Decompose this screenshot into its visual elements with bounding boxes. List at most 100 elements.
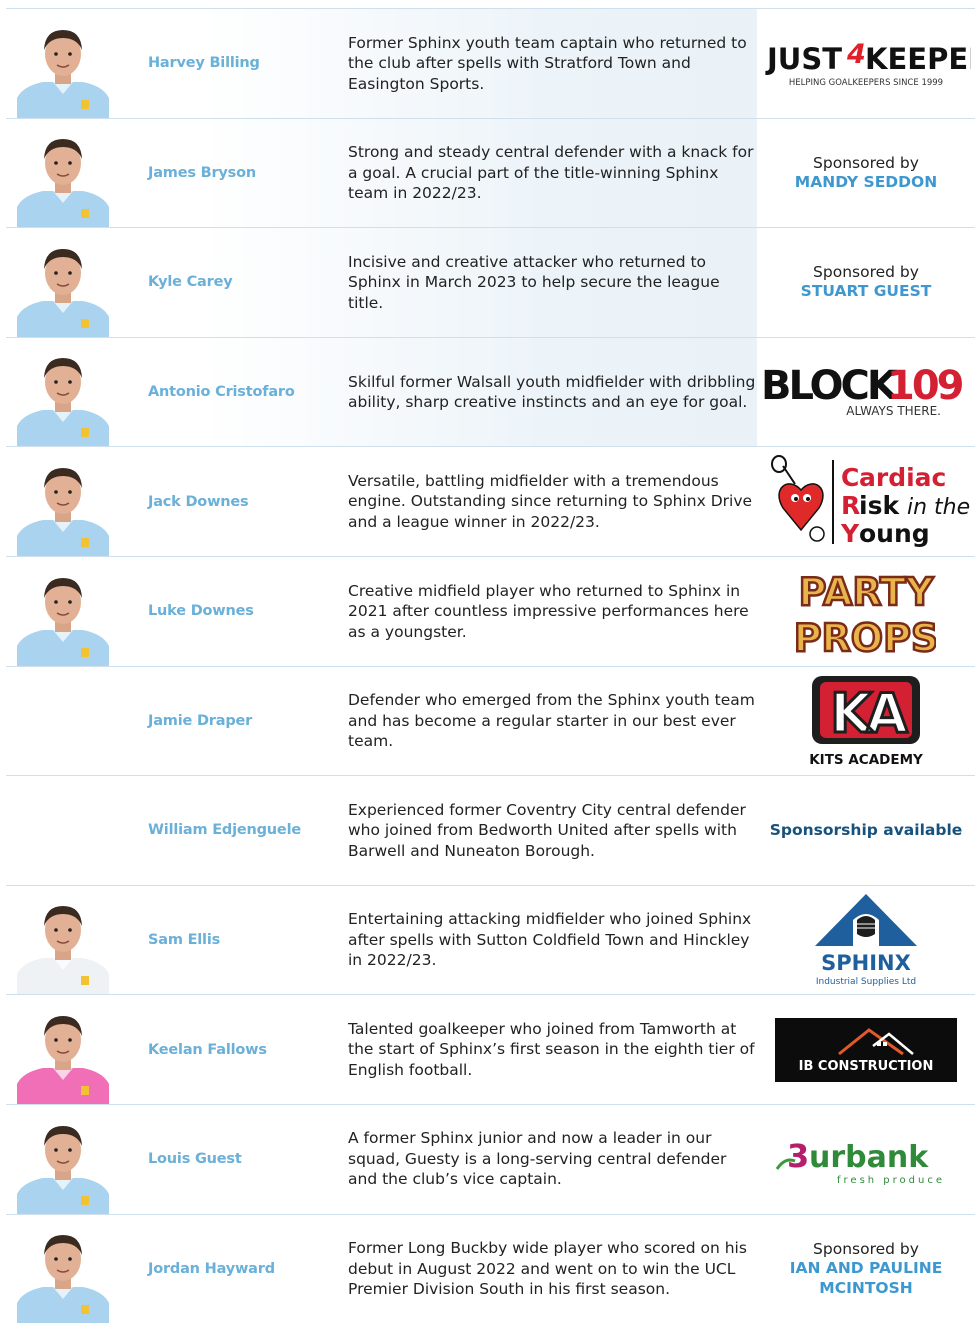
heart-mascot-icon bbox=[771, 454, 825, 542]
player-name[interactable]: Kyle Carey bbox=[148, 274, 348, 290]
player-description: Talented goalkeeper who joined from Tamw… bbox=[348, 1019, 755, 1079]
logo-text: 3 bbox=[787, 1137, 809, 1175]
sponsored-by-label: Sponsored by bbox=[813, 153, 919, 172]
logo-text: ardiac bbox=[859, 463, 946, 492]
sponsor-cell[interactable]: Sponsored by MANDY SEDDON bbox=[757, 118, 975, 228]
logo-tagline: fresh produce bbox=[837, 1175, 945, 1186]
sponsor-cell[interactable]: SPHINX Industrial Supplies Ltd bbox=[757, 885, 975, 995]
player-photo-cell bbox=[6, 776, 148, 885]
table-row: Keelan Fallows Talented goalkeeper who j… bbox=[6, 994, 975, 1104]
logo-text: 4 bbox=[846, 39, 866, 70]
player-photo bbox=[17, 1116, 109, 1214]
logo-text: isk bbox=[859, 491, 900, 520]
player-description: Incisive and creative attacker who retur… bbox=[348, 252, 720, 312]
player-description: Creative midfield player who returned to… bbox=[348, 581, 749, 641]
player-description: A former Sphinx junior and now a leader … bbox=[348, 1129, 727, 1189]
player-name[interactable]: Jordan Hayward bbox=[148, 1261, 348, 1277]
player-photo bbox=[17, 129, 109, 228]
sponsor-cell[interactable]: BLOCK 109 ALWAYS THERE. bbox=[757, 337, 975, 447]
sponsor-cell[interactable]: Sponsored by STUART GUEST bbox=[757, 228, 975, 337]
logo-text: KA bbox=[830, 682, 908, 745]
player-name[interactable]: Antonio Cristofaro bbox=[148, 384, 348, 400]
sponsor-cell[interactable]: KA KITS ACADEMY bbox=[757, 666, 975, 776]
player-photo bbox=[17, 896, 109, 995]
table-row: Sam Ellis Entertaining attacking midfiel… bbox=[6, 884, 975, 995]
table-row: James Bryson Strong and steady central d… bbox=[6, 117, 975, 228]
player-description: Versatile, battling midfielder with a tr… bbox=[348, 471, 753, 531]
player-description: Former Sphinx youth team captain who ret… bbox=[348, 33, 747, 93]
player-name[interactable]: Keelan Fallows bbox=[148, 1042, 348, 1058]
cry-logo: C ardiac R isk in the Y oung bbox=[771, 454, 970, 548]
sponsorship-available-link[interactable]: Sponsorship available bbox=[770, 821, 963, 839]
logo-text: SPHINX bbox=[821, 951, 911, 975]
logo-text: in the bbox=[907, 495, 970, 520]
sponsored-by-label: Sponsored by bbox=[813, 263, 919, 282]
logo-text: JUST bbox=[765, 42, 842, 76]
player-photo-cell bbox=[6, 667, 148, 776]
sponsor-cell[interactable]: Sponsorship available bbox=[757, 776, 975, 885]
player-photo-cell bbox=[6, 9, 148, 118]
logo-text: 109 bbox=[887, 363, 963, 409]
player-photo bbox=[17, 20, 109, 118]
ib-construction-logo: IB CONSTRUCTION bbox=[775, 1017, 957, 1082]
sphinx-industrial-logo: SPHINX Industrial Supplies Ltd bbox=[815, 894, 917, 987]
table-row: Antonio Cristofaro Skilful former Walsal… bbox=[6, 336, 975, 447]
sponsor-name[interactable]: STUART GUEST bbox=[801, 281, 932, 301]
table-row: Luke Downes Creative midfield player who… bbox=[6, 555, 975, 666]
logo-tagline: Industrial Supplies Ltd bbox=[816, 977, 916, 987]
party-props-logo: PARTY PROPS bbox=[796, 569, 936, 659]
player-photo bbox=[17, 239, 109, 337]
logo-text: IB CONSTRUCTION bbox=[799, 1059, 934, 1074]
sponsor-cell[interactable]: Sponsored by IAN AND PAULINE MCINTOSH bbox=[757, 1214, 975, 1323]
sponsor-cell[interactable]: IB CONSTRUCTION bbox=[757, 995, 975, 1104]
player-description: Entertaining attacking midfielder who jo… bbox=[348, 910, 752, 970]
player-photo bbox=[17, 568, 109, 666]
player-name[interactable]: Luke Downes bbox=[148, 603, 348, 619]
logo-text: Y bbox=[840, 519, 860, 548]
logo-text: KEEPERS bbox=[865, 42, 971, 76]
player-photo bbox=[17, 348, 109, 447]
sponsor-cell[interactable]: JUST 4 KEEPERS HELPING GOALKEEPERS SINCE… bbox=[757, 9, 975, 118]
sponsor-name[interactable]: MCINTOSH bbox=[819, 1278, 912, 1298]
player-description: Experienced former Coventry City central… bbox=[348, 800, 746, 860]
logo-text: BLOCK bbox=[761, 363, 900, 409]
table-row: Harvey Billing Former Sphinx youth team … bbox=[6, 8, 975, 118]
sphinx-head-icon bbox=[853, 914, 879, 947]
sponsor-name[interactable]: IAN AND PAULINE bbox=[790, 1258, 943, 1278]
burbank-logo: 3 urbank fresh produce bbox=[775, 1137, 945, 1186]
player-name[interactable]: James Bryson bbox=[148, 165, 348, 181]
logo-text: R bbox=[841, 491, 860, 520]
logo-tagline: ALWAYS THERE. bbox=[846, 404, 941, 418]
table-row: Jamie Draper Defender who emerged from t… bbox=[6, 665, 975, 776]
just4keepers-logo: JUST 4 KEEPERS HELPING GOALKEEPERS SINCE… bbox=[765, 39, 971, 88]
sponsored-by-label: Sponsored by bbox=[813, 1239, 919, 1258]
sponsor-name[interactable]: MANDY SEDDON bbox=[795, 172, 937, 192]
player-name[interactable]: Jamie Draper bbox=[148, 713, 348, 729]
player-description: Defender who emerged from the Sphinx you… bbox=[348, 691, 755, 751]
logo-tagline: HELPING GOALKEEPERS SINCE 1999 bbox=[789, 78, 943, 88]
table-row: Kyle Carey Incisive and creative attacke… bbox=[6, 227, 975, 337]
logo-text: PROPS bbox=[796, 616, 936, 659]
kits-academy-logo: KA KITS ACADEMY bbox=[809, 675, 923, 768]
table-row: Jordan Hayward Former Long Buckby wide p… bbox=[6, 1213, 975, 1323]
player-description: Former Long Buckby wide player who score… bbox=[348, 1239, 747, 1299]
table-row: Louis Guest A former Sphinx junior and n… bbox=[6, 1103, 975, 1214]
logo-text: C bbox=[841, 463, 859, 492]
sponsor-cell[interactable]: C ardiac R isk in the Y oung bbox=[757, 447, 975, 556]
player-name[interactable]: Louis Guest bbox=[148, 1151, 348, 1167]
player-name[interactable]: Harvey Billing bbox=[148, 55, 348, 71]
sponsor-cell[interactable]: 3 urbank fresh produce bbox=[757, 1104, 975, 1214]
player-name[interactable]: Jack Downes bbox=[148, 494, 348, 510]
sponsor-cell[interactable]: PARTY PROPS bbox=[757, 556, 975, 666]
table-row: William Edjenguele Experienced former Co… bbox=[6, 775, 975, 885]
logo-text: KITS ACADEMY bbox=[809, 752, 923, 768]
player-name[interactable]: Sam Ellis bbox=[148, 932, 348, 948]
player-photo bbox=[17, 458, 109, 556]
player-name[interactable]: William Edjenguele bbox=[148, 822, 348, 838]
logo-text: PARTY bbox=[799, 570, 934, 614]
player-photo bbox=[17, 1225, 109, 1323]
player-photo bbox=[17, 1006, 109, 1104]
table-row: Jack Downes Versatile, battling midfield… bbox=[6, 446, 975, 556]
logo-text: oung bbox=[859, 519, 930, 548]
player-description: Strong and steady central defender with … bbox=[348, 143, 754, 203]
